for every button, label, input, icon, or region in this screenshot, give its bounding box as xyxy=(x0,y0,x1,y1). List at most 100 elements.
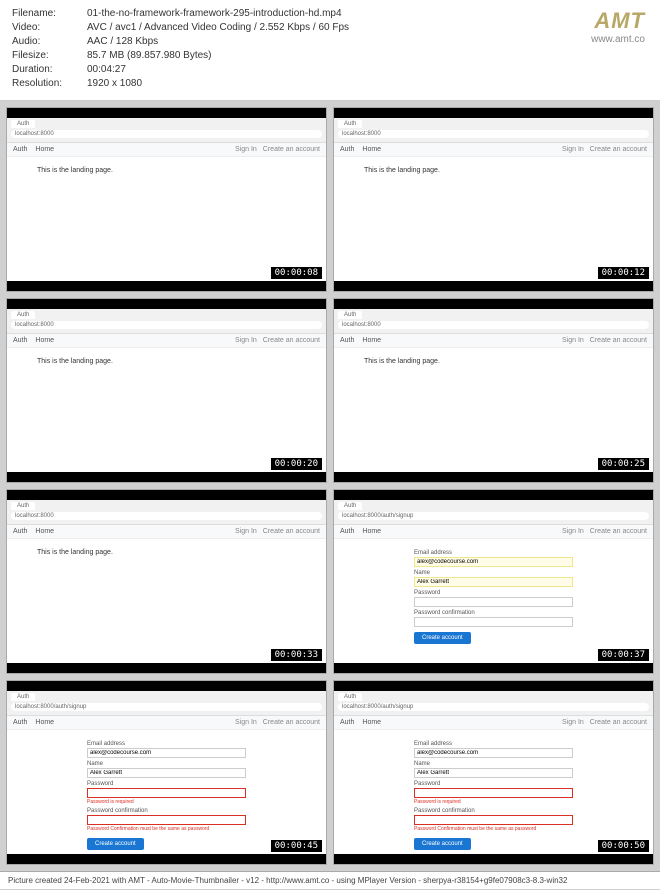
logo-url: www.amt.co xyxy=(591,34,645,45)
timestamp: 00:00:37 xyxy=(598,649,649,661)
nav-home[interactable]: Home xyxy=(35,528,54,535)
browser-tab[interactable]: Auth xyxy=(11,311,35,319)
url-bar[interactable]: localhost:8000/auth/signup xyxy=(11,703,322,711)
confirm-input[interactable] xyxy=(414,617,573,627)
filename-label: Filename: xyxy=(12,8,87,19)
nav-home[interactable]: Home xyxy=(362,337,381,344)
thumbnail-3: Auth localhost:8000 Auth Home Sign In Create… xyxy=(6,298,327,483)
landing-text: This is the landing page. xyxy=(7,539,326,566)
video-value: AVC / avc1 / Advanced Video Coding / 2.5… xyxy=(87,22,648,33)
nav-brand[interactable]: Auth xyxy=(13,146,27,153)
email-input[interactable] xyxy=(87,748,246,758)
nav-signin[interactable]: Sign In xyxy=(235,719,257,726)
email-label: Email address xyxy=(414,741,573,747)
browser-tab[interactable]: Auth xyxy=(338,120,362,128)
duration-label: Duration: xyxy=(12,64,87,75)
browser-chrome: Auth localhost:8000 xyxy=(7,118,326,143)
nav-brand[interactable]: Auth xyxy=(340,337,354,344)
nav-create[interactable]: Create an account xyxy=(263,719,320,726)
email-input[interactable] xyxy=(414,748,573,758)
nav-create[interactable]: Create an account xyxy=(263,337,320,344)
confirm-label: Password confirmation xyxy=(87,808,246,814)
nav-home[interactable]: Home xyxy=(35,146,54,153)
thumbnail-6: Auth localhost:8000/auth/signup Auth Home S… xyxy=(333,489,654,674)
email-input[interactable] xyxy=(414,557,573,567)
browser-tab[interactable]: Auth xyxy=(338,693,362,701)
url-bar[interactable]: localhost:8000 xyxy=(338,321,649,329)
email-label: Email address xyxy=(87,741,246,747)
url-bar[interactable]: localhost:8000 xyxy=(11,321,322,329)
landing-text: This is the landing page. xyxy=(7,157,326,184)
create-account-button[interactable]: Create account xyxy=(414,632,471,644)
filesize-label: Filesize: xyxy=(12,50,87,61)
nav-brand[interactable]: Auth xyxy=(13,719,27,726)
nav-brand[interactable]: Auth xyxy=(13,528,27,535)
timestamp: 00:00:08 xyxy=(271,267,322,279)
nav-signin[interactable]: Sign In xyxy=(235,337,257,344)
confirm-label: Password confirmation xyxy=(414,610,573,616)
audio-value: AAC / 128 Kbps xyxy=(87,36,648,47)
resolution-label: Resolution: xyxy=(12,78,87,89)
thumbnail-4: Auth localhost:8000 Auth Home Sign In Create… xyxy=(333,298,654,483)
browser-tab[interactable]: Auth xyxy=(11,120,35,128)
nav-home[interactable]: Home xyxy=(35,337,54,344)
confirm-error: Password Confirmation must be the same a… xyxy=(87,826,246,832)
signup-form: Email address Name Password Password con… xyxy=(334,539,653,652)
confirm-input[interactable] xyxy=(414,815,573,825)
nav-create[interactable]: Create an account xyxy=(590,528,647,535)
filename-value: 01-the-no-framework-framework-295-introd… xyxy=(87,8,648,19)
nav-signin[interactable]: Sign In xyxy=(562,528,584,535)
url-bar[interactable]: localhost:8000/auth/signup xyxy=(338,703,649,711)
browser-tab[interactable]: Auth xyxy=(11,693,35,701)
password-input[interactable] xyxy=(87,788,246,798)
password-label: Password xyxy=(414,590,573,596)
nav-signin[interactable]: Sign In xyxy=(235,528,257,535)
url-bar[interactable]: localhost:8000 xyxy=(11,512,322,520)
password-label: Password xyxy=(87,781,246,787)
confirm-label: Password confirmation xyxy=(414,808,573,814)
confirm-input[interactable] xyxy=(87,815,246,825)
url-bar[interactable]: localhost:8000 xyxy=(11,130,322,138)
browser-tab[interactable]: Auth xyxy=(338,311,362,319)
name-input[interactable] xyxy=(414,768,573,778)
timestamp: 00:00:33 xyxy=(271,649,322,661)
name-input[interactable] xyxy=(414,577,573,587)
create-account-button[interactable]: Create account xyxy=(414,838,471,850)
nav-signin[interactable]: Sign In xyxy=(235,146,257,153)
nav-brand[interactable]: Auth xyxy=(340,528,354,535)
nav-create[interactable]: Create an account xyxy=(590,337,647,344)
nav-create[interactable]: Create an account xyxy=(263,146,320,153)
nav-home[interactable]: Home xyxy=(362,719,381,726)
nav-signin[interactable]: Sign In xyxy=(562,146,584,153)
confirm-error: Password Confirmation must be the same a… xyxy=(414,826,573,832)
nav-signin[interactable]: Sign In xyxy=(562,337,584,344)
resolution-value: 1920 x 1080 xyxy=(87,78,648,89)
password-input[interactable] xyxy=(414,597,573,607)
nav-signin[interactable]: Sign In xyxy=(562,719,584,726)
create-account-button[interactable]: Create account xyxy=(87,838,144,850)
signup-form: Email address Name Password Password is … xyxy=(334,730,653,858)
nav-home[interactable]: Home xyxy=(362,146,381,153)
timestamp: 00:00:50 xyxy=(598,840,649,852)
timestamp: 00:00:20 xyxy=(271,458,322,470)
nav-brand[interactable]: Auth xyxy=(340,146,354,153)
browser-tab[interactable]: Auth xyxy=(11,502,35,510)
url-bar[interactable]: localhost:8000/auth/signup xyxy=(338,512,649,520)
nav-home[interactable]: Home xyxy=(35,719,54,726)
nav-create[interactable]: Create an account xyxy=(590,146,647,153)
password-label: Password xyxy=(414,781,573,787)
nav-brand[interactable]: Auth xyxy=(13,337,27,344)
browser-tab[interactable]: Auth xyxy=(338,502,362,510)
nav-create[interactable]: Create an account xyxy=(590,719,647,726)
nav-home[interactable]: Home xyxy=(362,528,381,535)
password-input[interactable] xyxy=(414,788,573,798)
email-label: Email address xyxy=(414,550,573,556)
landing-text: This is the landing page. xyxy=(7,348,326,375)
timestamp: 00:00:25 xyxy=(598,458,649,470)
name-input[interactable] xyxy=(87,768,246,778)
url-bar[interactable]: localhost:8000 xyxy=(338,130,649,138)
nav-create[interactable]: Create an account xyxy=(263,528,320,535)
nav-brand[interactable]: Auth xyxy=(340,719,354,726)
nav-bar: Auth Home Sign In Create an account xyxy=(7,143,326,157)
landing-text: This is the landing page. xyxy=(334,157,653,184)
